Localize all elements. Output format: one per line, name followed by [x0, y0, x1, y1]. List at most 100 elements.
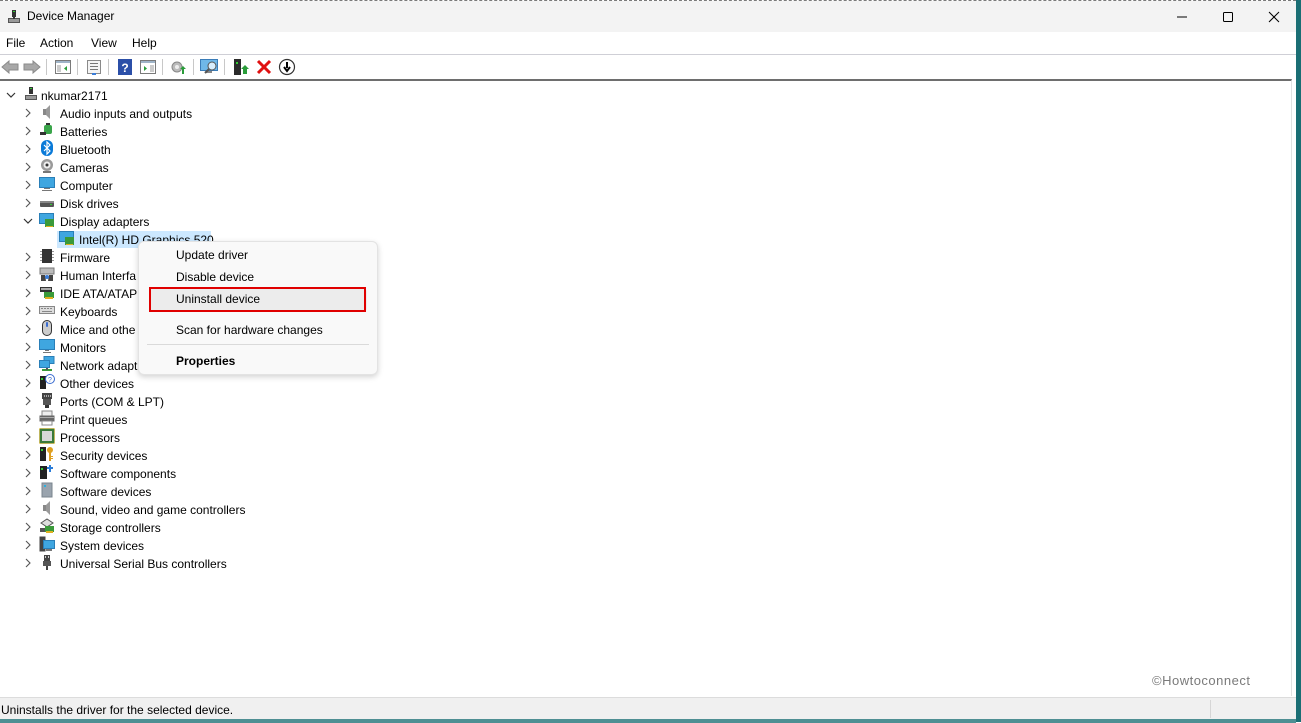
chevron-right-icon[interactable] — [23, 374, 33, 392]
chevron-right-icon[interactable] — [23, 392, 33, 410]
toolbar-separator — [46, 59, 47, 75]
menu-item-scan-for-hardware-changes[interactable]: Scan for hardware changes — [176, 323, 323, 337]
close-button[interactable] — [1251, 1, 1297, 32]
tree-item-other-devices[interactable]: Other devices — [60, 377, 134, 391]
chevron-right-icon[interactable] — [23, 320, 33, 338]
tree-item-monitors[interactable]: Monitors — [60, 341, 106, 355]
show-hide-console-tree-icon — [55, 60, 71, 74]
forward-button[interactable] — [22, 57, 42, 77]
window-bottom-edge — [0, 719, 1296, 723]
properties-button[interactable] — [84, 57, 104, 77]
chevron-right-icon[interactable] — [23, 122, 33, 140]
software-component-icon — [39, 464, 55, 480]
chevron-right-icon[interactable] — [23, 248, 33, 266]
display-adapter-icon — [59, 230, 75, 246]
tree-item-ports-com-lpt[interactable]: Ports (COM & LPT) — [60, 395, 164, 409]
chevron-right-icon[interactable] — [23, 482, 33, 500]
tree-item-batteries[interactable]: Batteries — [60, 125, 107, 139]
tree-item-human-interface-devices[interactable]: Human Interfa — [60, 269, 136, 283]
help-button[interactable]: ? — [115, 57, 135, 77]
svg-text:?: ? — [48, 377, 52, 384]
software-device-icon — [39, 482, 55, 498]
chevron-right-icon[interactable] — [23, 536, 33, 554]
show-hide-action-pane-button[interactable] — [138, 57, 158, 77]
toolbar: ? — [0, 55, 1296, 79]
chevron-right-icon[interactable] — [23, 266, 33, 284]
uninstall-device-button[interactable] — [254, 57, 274, 77]
window-title: Device Manager — [27, 9, 115, 23]
uninstall-highlight-box — [149, 287, 366, 312]
chevron-right-icon[interactable] — [23, 464, 33, 482]
tree-item-ide-ata-atapi-controllers[interactable]: IDE ATA/ATAPI — [60, 287, 140, 301]
system-devices-icon — [39, 536, 55, 552]
tree-item-system-devices[interactable]: System devices — [60, 539, 144, 553]
toolbar-separator — [162, 59, 163, 75]
chevron-right-icon[interactable] — [23, 428, 33, 446]
tree-item-firmware[interactable]: Firmware — [60, 251, 110, 265]
chevron-right-icon[interactable] — [23, 518, 33, 536]
port-icon — [39, 392, 55, 408]
tree-item-bluetooth[interactable]: Bluetooth — [60, 143, 111, 157]
tree-item-storage-controllers[interactable]: Storage controllers — [60, 521, 161, 535]
maximize-button[interactable] — [1205, 1, 1251, 32]
update-driver-button[interactable] — [169, 57, 189, 77]
chevron-right-icon[interactable] — [23, 356, 33, 374]
help-icon: ? — [118, 59, 132, 75]
tree-item-keyboards[interactable]: Keyboards — [60, 305, 117, 319]
status-text: Uninstalls the driver for the selected d… — [1, 703, 234, 717]
menu-bar: File Action View Help — [0, 32, 1296, 55]
back-arrow-icon — [1, 60, 19, 74]
tree-item-audio-inputs-and-outputs[interactable]: Audio inputs and outputs — [60, 107, 192, 121]
chevron-right-icon[interactable] — [23, 284, 33, 302]
tree-item-universal-serial-bus-controllers[interactable]: Universal Serial Bus controllers — [60, 557, 227, 571]
show-hide-action-pane-icon — [140, 60, 156, 74]
tree-item-display-adapters[interactable]: Display adapters — [60, 215, 149, 229]
menu-file[interactable]: File — [6, 36, 25, 50]
disable-device-button[interactable] — [277, 57, 297, 77]
tree-item-print-queues[interactable]: Print queues — [60, 413, 127, 427]
other-devices-icon: ? — [39, 374, 55, 390]
chevron-right-icon[interactable] — [23, 158, 33, 176]
tree-item-sound-video-and-game-controllers[interactable]: Sound, video and game controllers — [60, 503, 245, 517]
context-menu-separator — [147, 344, 369, 345]
disk-drive-icon — [39, 194, 55, 210]
chevron-down-icon[interactable] — [23, 212, 33, 230]
chevron-right-icon[interactable] — [23, 500, 33, 518]
tree-item-software-components[interactable]: Software components — [60, 467, 176, 481]
chevron-down-icon[interactable] — [6, 86, 16, 104]
chevron-right-icon[interactable] — [23, 302, 33, 320]
tree-item-disk-drives[interactable]: Disk drives — [60, 197, 119, 211]
chevron-right-icon[interactable] — [23, 140, 33, 158]
menu-item-update-driver[interactable]: Update driver — [176, 248, 248, 262]
chevron-right-icon[interactable] — [23, 176, 33, 194]
tree-item-computer[interactable]: Computer — [60, 179, 113, 193]
chevron-right-icon[interactable] — [23, 194, 33, 212]
menu-view[interactable]: View — [91, 36, 117, 50]
tree-item-cameras[interactable]: Cameras — [60, 161, 109, 175]
tree-item-security-devices[interactable]: Security devices — [60, 449, 147, 463]
tree-item-software-devices[interactable]: Software devices — [60, 485, 151, 499]
tree-item-mice-and-other-pointing-devices[interactable]: Mice and othe — [60, 323, 135, 337]
status-divider — [1210, 700, 1211, 718]
add-legacy-hardware-button[interactable] — [231, 57, 251, 77]
minimize-button[interactable] — [1159, 1, 1205, 32]
scan-hardware-changes-button[interactable] — [200, 57, 220, 77]
security-key-icon — [39, 446, 55, 462]
tree-item-processors[interactable]: Processors — [60, 431, 120, 445]
chevron-right-icon[interactable] — [23, 410, 33, 428]
tree-root-label[interactable]: nkumar2171 — [41, 89, 108, 103]
chevron-right-icon[interactable] — [23, 104, 33, 122]
toolbar-separator — [77, 59, 78, 75]
menu-item-properties[interactable]: Properties — [176, 354, 235, 368]
chevron-right-icon[interactable] — [23, 446, 33, 464]
chevron-right-icon[interactable] — [23, 554, 33, 572]
menu-action[interactable]: Action — [40, 36, 73, 50]
show-hide-console-tree-button[interactable] — [53, 57, 73, 77]
context-menu: Update driver Disable device Uninstall d… — [138, 241, 378, 375]
menu-item-disable-device[interactable]: Disable device — [176, 270, 254, 284]
menu-help[interactable]: Help — [132, 36, 157, 50]
add-legacy-hardware-icon — [234, 59, 249, 75]
tree-item-network-adapters[interactable]: Network adapt — [60, 359, 137, 373]
chevron-right-icon[interactable] — [23, 338, 33, 356]
back-button[interactable] — [0, 57, 20, 77]
